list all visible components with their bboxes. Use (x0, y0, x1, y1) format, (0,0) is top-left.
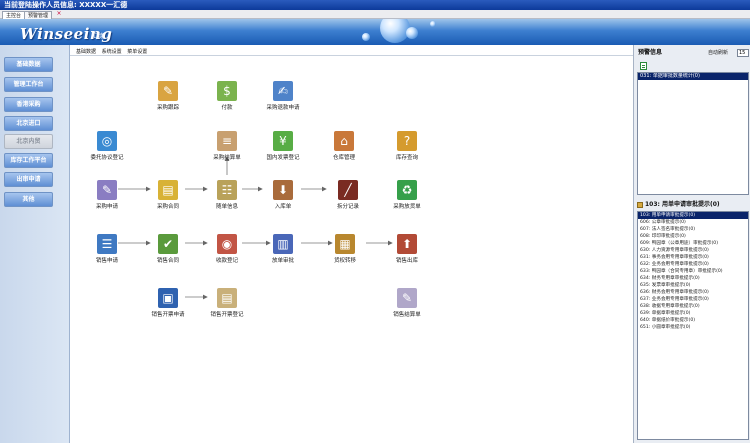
contract-icon: ▤ (158, 180, 178, 200)
window-title: 当前登陆操作人员信息: XXXXX一汇德 (0, 0, 750, 10)
node-follow-info[interactable]: ☷ 随单信息 (204, 180, 250, 210)
nav-beijing-import[interactable]: 北京进口 (4, 116, 53, 131)
node-purchase-apply[interactable]: ✎ 采购申请 (84, 180, 130, 210)
app-window: 当前登陆操作人员信息: XXXXX一汇德 主控台 预警管理 × Winseein… (0, 0, 750, 443)
alert-panel: 预警信息 自动刷新 15 031: 单据审批数量统计(0) 103: 用单申请审… (633, 45, 750, 443)
sales-contract-icon: ✔ (158, 234, 178, 254)
node-sales-invoice-register[interactable]: ▤ 销售开票登记 (204, 288, 250, 318)
node-stock-query[interactable]: ? 库存查询 (384, 131, 430, 161)
alert-summary-list[interactable]: 031: 单据审批数量统计(0) (637, 72, 749, 195)
payment-icon: $ (217, 81, 237, 101)
nav-basic-data[interactable]: 基础数据 (4, 57, 53, 72)
sales-settlement-icon: ✎ (397, 288, 417, 308)
node-purchase-settlement[interactable]: ≡ 采购结算单 (204, 131, 250, 161)
list-item[interactable]: 632: 业务会用专用章审批提示(0) (638, 261, 748, 268)
node-sales-invoice-apply[interactable]: ▣ 销售开票申请 (145, 288, 191, 318)
alert-panel-title: 预警信息 (638, 49, 663, 56)
binders-icon: ▥ (273, 234, 293, 254)
follow-info-icon: ☷ (217, 180, 237, 200)
node-goods-transfer[interactable]: ▦ 货权转移 (322, 234, 368, 264)
node-domestic-invoice-register[interactable]: ¥ 国内发票登记 (260, 131, 306, 161)
settlement-icon: ≡ (217, 131, 237, 151)
recycle-icon: ♻ (397, 180, 417, 200)
list-item[interactable]: 637: 业务会用专用章审批提示(0) (638, 296, 748, 303)
list-item[interactable]: 631: 事务会用专用章审批提示(0) (638, 254, 748, 261)
nav-management-workbench[interactable]: 管理工作台 (4, 77, 53, 92)
node-purchase-return[interactable]: ♻ 采购放货单 (384, 180, 430, 210)
book-icon: ▣ (158, 288, 178, 308)
list-item[interactable]: 608: 印印审批提示(0) (638, 233, 748, 240)
node-purchase-refund-apply[interactable]: ✍ 采购退款申请 (260, 81, 306, 111)
invoice-register-icon: ▤ (217, 288, 237, 308)
node-split-record[interactable]: ╱ 拆分记录 (325, 180, 371, 210)
export-excel-icon[interactable] (640, 62, 647, 70)
node-sales-apply[interactable]: ☰ 销售申请 (84, 234, 130, 264)
nav-approval-apply[interactable]: 出审申请 (4, 172, 53, 187)
list-item[interactable]: 630: 人力资源专用章审批提示(0) (638, 247, 748, 254)
list-item[interactable]: 639: 单据章审批提示(0) (638, 310, 748, 317)
alert-detail-list[interactable]: 103: 用单申请审批提示(0) 606: 公章审批提示(0) 607: 法人签… (637, 211, 749, 440)
list-item[interactable]: 651: 小圆章审批提示(0) (638, 324, 748, 331)
tab-alert-management[interactable]: 预警管理 (24, 11, 53, 19)
purchase-track-icon: ✎ (158, 81, 178, 101)
brand-logo-sub: 汇德 (92, 33, 105, 40)
node-stock-in[interactable]: ⬇ 入库单 (260, 180, 306, 210)
auto-refresh-select[interactable]: 15 (737, 49, 749, 57)
node-entrust-register[interactable]: ◎ 委托协议登记 (84, 131, 130, 161)
list-item[interactable]: 609: 鸭园章（公章用途）审批提示(0) (638, 240, 748, 247)
node-payment[interactable]: $ 付款 (204, 81, 250, 111)
list-item[interactable]: 606: 公章审批提示(0) (638, 219, 748, 226)
node-release-approval[interactable]: ▥ 放单审批 (260, 234, 306, 264)
goods-transfer-icon: ▦ (335, 234, 355, 254)
nav-hk-purchase[interactable]: 香港采购 (4, 97, 53, 112)
folder-icon (637, 201, 643, 208)
tab-console[interactable]: 主控台 (2, 11, 26, 19)
node-receipt-register[interactable]: ◉ 收款登记 (204, 234, 250, 264)
alert-panel-header: 预警信息 自动刷新 15 (634, 48, 750, 58)
node-purchase-contract[interactable]: ▤ 采购合同 (145, 180, 191, 210)
list-item[interactable]: 103: 用单申请审批提示(0) (638, 212, 748, 219)
nav-other[interactable]: 其他 (4, 192, 53, 207)
nav-inventory-platform[interactable]: 库存工作平台 (4, 153, 53, 168)
alert-group-header[interactable]: 103: 用单申请审批提示(0) (637, 200, 749, 209)
refund-apply-icon: ✍ (273, 81, 293, 101)
bubble-decoration (430, 21, 436, 27)
main-workspace: 基础数据 系统设置 菜单设置 ✎ 采购跟踪 $ 付款 ✍ 采购退款申请 ◎ 委托… (70, 45, 633, 443)
auto-refresh-label: 自动刷新 (708, 50, 729, 56)
list-item[interactable]: 634: 财务专用章审批提示(0) (638, 275, 748, 282)
purchase-apply-icon: ✎ (97, 180, 117, 200)
node-sales-outbound[interactable]: ⬆ 销售出库 (384, 234, 430, 264)
list-item[interactable]: 640: 单据纸价审批提示(0) (638, 317, 748, 324)
nav-beijing-domestic: 北京内贸 (4, 134, 53, 149)
list-item[interactable]: 635: 发票章审批提示(0) (638, 282, 748, 289)
list-item[interactable]: 636: 财务会用专用章审批提示(0) (638, 289, 748, 296)
stock-in-icon: ⬇ (273, 180, 293, 200)
stock-query-icon: ? (397, 131, 417, 151)
list-item[interactable]: 031: 单据审批数量统计(0) (638, 73, 748, 80)
bubble-decoration (362, 33, 370, 41)
receipt-icon: ◉ (217, 234, 237, 254)
node-warehouse-mgmt[interactable]: ⌂ 仓库管理 (321, 131, 367, 161)
sales-outbound-icon: ⬆ (397, 234, 417, 254)
alert-group-title: 103: 用单申请审批提示(0) (645, 201, 720, 208)
close-tab-icon[interactable]: × (56, 11, 62, 17)
globe-doc-icon: ◎ (97, 131, 117, 151)
bubble-decoration (406, 27, 418, 39)
node-purchase-track[interactable]: ✎ 采购跟踪 (145, 81, 191, 111)
money-icon: ¥ (273, 131, 293, 151)
tab-strip: 主控台 预警管理 × (0, 10, 750, 19)
node-sales-settlement[interactable]: ✎ 销售结算单 (384, 288, 430, 318)
list-item[interactable]: 607: 法人签名审批提示(0) (638, 226, 748, 233)
sales-apply-icon: ☰ (97, 234, 117, 254)
left-navigation: 基础数据 管理工作台 香港采购 北京进口 北京内贸 库存工作平台 出审申请 其他 (0, 45, 70, 443)
list-item[interactable]: 633: 鸭园章（合同专用章）审批提示(0) (638, 268, 748, 275)
split-record-icon: ╱ (338, 180, 358, 200)
node-sales-contract[interactable]: ✔ 销售合同 (145, 234, 191, 264)
warehouse-icon: ⌂ (334, 131, 354, 151)
list-item[interactable]: 638: 收据专用章审批提示(0) (638, 303, 748, 310)
banner: Winseeing 汇德 (0, 19, 750, 45)
